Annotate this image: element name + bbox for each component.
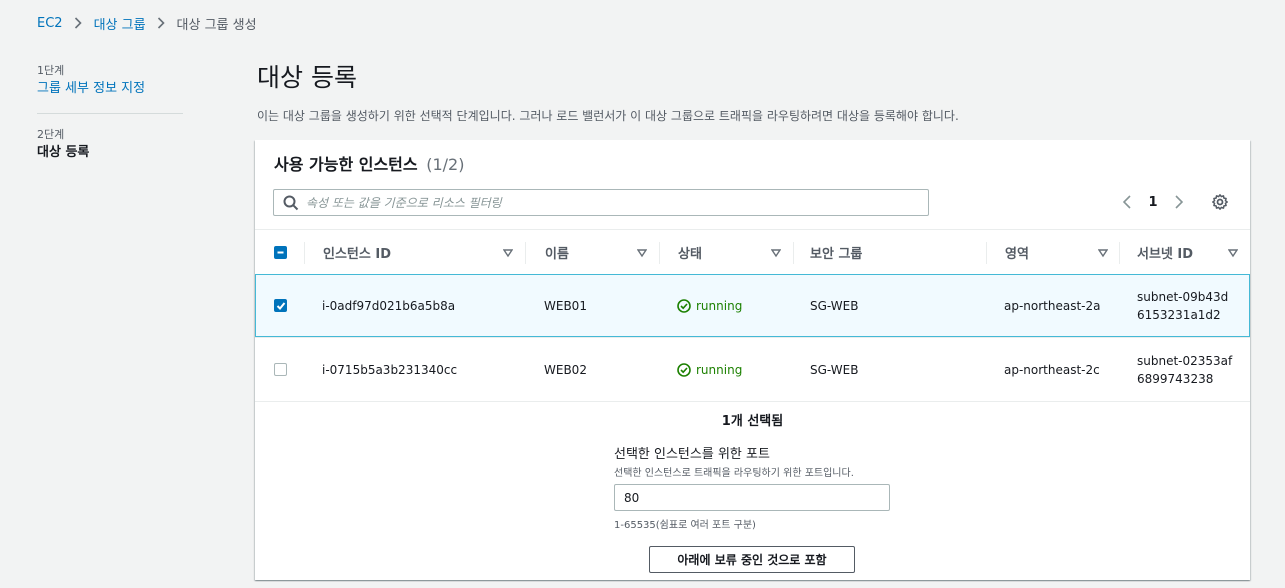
step-1-link[interactable]: 그룹 세부 정보 지정 bbox=[37, 79, 183, 99]
instance-name: WEB01 bbox=[544, 298, 587, 313]
filter-placeholder: 속성 또는 값을 기준으로 리소스 필터링 bbox=[306, 196, 502, 210]
search-icon bbox=[283, 195, 299, 211]
column-header-label: 인스턴스 ID bbox=[323, 246, 391, 262]
sort-down-icon bbox=[502, 247, 514, 258]
state-label: running bbox=[696, 298, 743, 313]
sort-down-icon bbox=[1227, 247, 1239, 258]
check-circle-icon bbox=[677, 298, 691, 313]
select-all-checkbox[interactable] bbox=[274, 245, 287, 259]
security-group: SG-WEB bbox=[810, 298, 859, 313]
page-title: 대상 등록 bbox=[257, 63, 357, 92]
column-header-security-group[interactable]: 보안 그룹 bbox=[794, 230, 986, 274]
column-header-state[interactable]: 상태 bbox=[660, 230, 793, 274]
breadcrumb-ec2[interactable]: EC2 bbox=[37, 16, 63, 31]
availability-zone: ap-northeast-2a bbox=[1004, 298, 1101, 313]
chevron-right-icon[interactable] bbox=[1171, 192, 1187, 212]
include-as-pending-button[interactable]: 아래에 보류 중인 것으로 포함 bbox=[649, 546, 855, 573]
chevron-right-icon bbox=[74, 17, 82, 29]
sort-down-icon bbox=[1097, 247, 1109, 258]
instance-state: running bbox=[677, 275, 742, 336]
subnet-id-cell: subnet-09b43d6153231a1d2 bbox=[1137, 275, 1233, 336]
column-header-label: 서브넷 ID bbox=[1137, 246, 1194, 262]
instance-id: i-0adf97d021b6a5b8a bbox=[322, 298, 456, 313]
page-number[interactable]: 1 bbox=[1135, 195, 1171, 210]
security-group: SG-WEB bbox=[810, 362, 859, 377]
step-divider bbox=[37, 113, 183, 114]
breadcrumb-target-groups[interactable]: 대상 그룹 bbox=[94, 14, 146, 33]
column-header-name[interactable]: 이름 bbox=[526, 230, 659, 274]
resource-filter-input[interactable]: 속성 또는 값을 기준으로 리소스 필터링 bbox=[273, 189, 929, 216]
panel-title-text: 사용 가능한 인스턴스 bbox=[274, 155, 418, 174]
sort-down-icon bbox=[636, 247, 648, 258]
subnet-id: subnet-02353af6899743238 bbox=[1137, 353, 1233, 386]
instance-name: WEB02 bbox=[544, 362, 587, 377]
available-instances-panel: 사용 가능한 인스턴스 (1/2) 속성 또는 값을 기준으로 리소스 필터링 … bbox=[255, 140, 1250, 580]
row-checkbox[interactable] bbox=[274, 363, 287, 376]
step-1-label: 1단계 bbox=[37, 64, 65, 77]
port-input[interactable] bbox=[614, 484, 890, 511]
subnet-id: subnet-09b43d6153231a1d2 bbox=[1137, 289, 1229, 322]
breadcrumb: EC2 대상 그룹 대상 그룹 생성 bbox=[37, 13, 257, 33]
chevron-left-icon[interactable] bbox=[1119, 192, 1135, 212]
column-header-label: 상태 bbox=[678, 246, 702, 262]
panel-title: 사용 가능한 인스턴스 (1/2) bbox=[274, 154, 464, 176]
table-row[interactable]: i-0715b5a3b231340cc WEB02 running SG-WEB… bbox=[255, 337, 1250, 401]
page-description: 이는 대상 그룹을 생성하기 위한 선택적 단계입니다. 그러나 로드 밸런서가… bbox=[257, 109, 959, 123]
column-header-instance-id[interactable]: 인스턴스 ID bbox=[305, 230, 525, 274]
wizard-steps: 1단계 그룹 세부 정보 지정 2단계 대상 등록 bbox=[37, 63, 183, 163]
pagination: 1 bbox=[1119, 192, 1187, 212]
chevron-right-icon bbox=[157, 17, 165, 29]
instance-state: running bbox=[677, 338, 742, 401]
table-header: 인스턴스 ID 이름 상태 보안 그룹 영역 서브넷 ID bbox=[255, 229, 1250, 274]
instance-id: i-0715b5a3b231340cc bbox=[322, 362, 458, 377]
row-checkbox-cell bbox=[274, 338, 287, 401]
selection-footer: 1개 선택됨 선택한 인스턴스를 위한 포트 선택한 인스턴스로 트래픽을 라우… bbox=[255, 401, 1250, 580]
port-hint: 1-65535(쉼표로 여러 포트 구분) bbox=[614, 520, 756, 531]
column-header-zone[interactable]: 영역 bbox=[987, 230, 1120, 274]
select-all-cell bbox=[274, 230, 290, 274]
row-checkbox[interactable] bbox=[274, 299, 287, 312]
panel-title-count: (1/2) bbox=[426, 155, 465, 174]
check-circle-icon bbox=[677, 362, 691, 377]
column-header-label: 영역 bbox=[1005, 246, 1029, 262]
port-description: 선택한 인스턴스로 트래픽을 라우팅하기 위한 포트입니다. bbox=[614, 468, 854, 479]
gear-icon[interactable] bbox=[1211, 193, 1229, 211]
subnet-id-cell: subnet-02353af6899743238 bbox=[1137, 338, 1233, 401]
selected-count: 1개 선택됨 bbox=[721, 414, 784, 429]
column-header-label: 보안 그룹 bbox=[810, 246, 863, 262]
state-label: running bbox=[696, 362, 743, 377]
column-header-subnet-id[interactable]: 서브넷 ID bbox=[1120, 230, 1250, 274]
breadcrumb-create-target-group: 대상 그룹 생성 bbox=[176, 17, 257, 33]
step-2-current: 대상 등록 bbox=[37, 145, 90, 160]
row-checkbox-cell bbox=[274, 275, 287, 336]
step-2-label: 2단계 bbox=[37, 128, 65, 141]
column-header-label: 이름 bbox=[545, 246, 569, 262]
availability-zone: ap-northeast-2c bbox=[1004, 362, 1100, 377]
sort-down-icon bbox=[770, 247, 782, 258]
table-row[interactable]: i-0adf97d021b6a5b8a WEB01 running SG-WEB… bbox=[255, 274, 1250, 337]
port-label: 선택한 인스턴스를 위한 포트 bbox=[614, 447, 770, 462]
